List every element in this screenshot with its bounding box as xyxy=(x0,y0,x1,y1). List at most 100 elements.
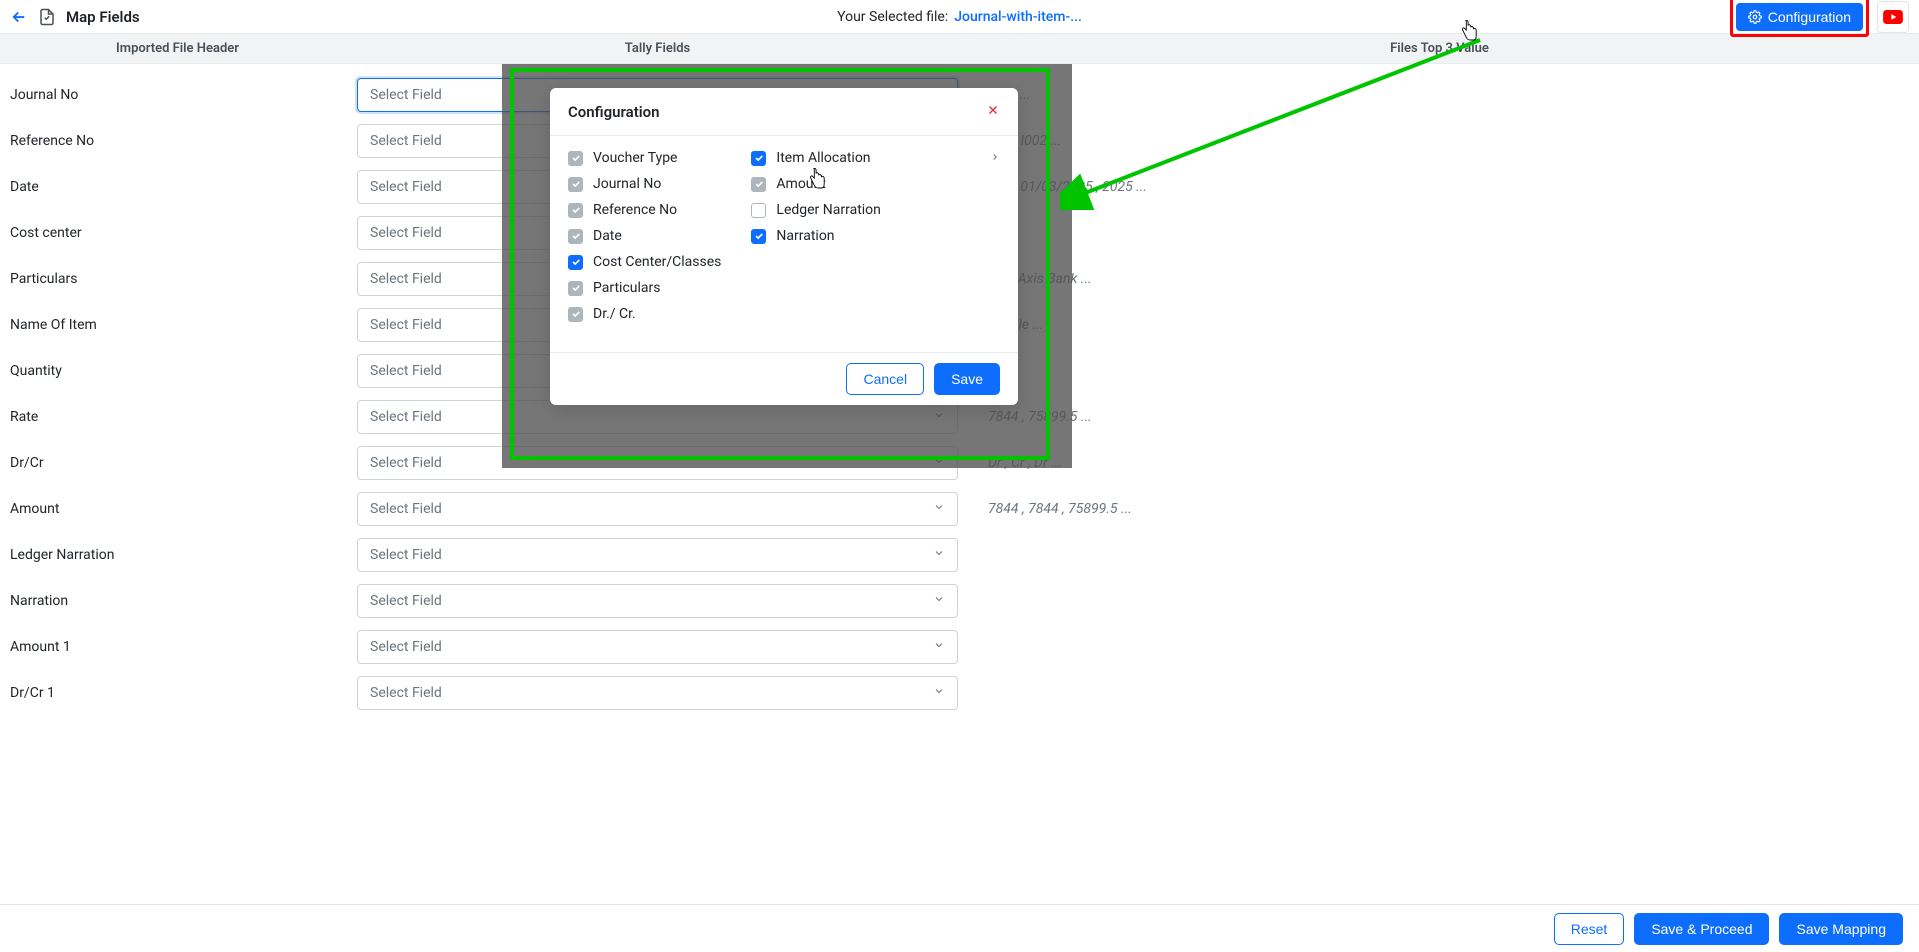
sample-value: 001 , I002 ... xyxy=(960,133,1919,149)
config-option-label: Reference No xyxy=(593,202,677,218)
save-proceed-button[interactable]: Save & Proceed xyxy=(1634,913,1769,945)
modal-title: Configuration xyxy=(568,103,660,121)
config-button-label: Configuration xyxy=(1768,9,1851,25)
checkbox-icon[interactable] xyxy=(568,255,583,270)
field-label: Ledger Narration xyxy=(0,547,355,563)
checkbox-icon[interactable] xyxy=(568,307,583,322)
chevron-down-icon xyxy=(933,593,945,609)
save-mapping-button[interactable]: Save Mapping xyxy=(1779,913,1903,945)
config-option[interactable]: Ledger Narration xyxy=(751,202,1000,218)
select-placeholder: Select Field xyxy=(370,225,442,241)
file-icon xyxy=(38,8,56,26)
config-option[interactable]: Particulars xyxy=(568,280,721,296)
configuration-button[interactable]: Configuration xyxy=(1736,3,1863,31)
select-placeholder: Select Field xyxy=(370,455,442,471)
chevron-down-icon xyxy=(933,639,945,655)
sample-value: Dr , Cr , Dr ... xyxy=(960,455,1919,471)
checkbox-icon[interactable] xyxy=(568,151,583,166)
sample-value: 7844 , 75899.5 ... xyxy=(960,409,1919,425)
config-option[interactable]: Item Allocation xyxy=(751,150,1000,166)
field-label: Quantity xyxy=(0,363,355,379)
select-field-dropdown[interactable]: Select Field xyxy=(357,584,958,618)
config-option[interactable]: Cost Center/Classes xyxy=(568,254,721,270)
cancel-button[interactable]: Cancel xyxy=(846,363,924,395)
reset-button[interactable]: Reset xyxy=(1554,913,1625,945)
close-icon[interactable] xyxy=(986,102,1000,121)
chevron-down-icon xyxy=(933,685,945,701)
config-option-label: Journal No xyxy=(593,176,661,192)
youtube-button[interactable] xyxy=(1877,1,1909,33)
field-row: Amount 1 Select Field xyxy=(0,624,1919,670)
select-placeholder: Select Field xyxy=(370,271,442,287)
selected-file-label: Your Selected file: xyxy=(837,9,948,25)
col-header-2: Tally Fields xyxy=(355,41,960,56)
field-row: Ledger Narration Select Field xyxy=(0,532,1919,578)
field-label: Dr/Cr 1 xyxy=(0,685,355,701)
config-option-label: Item Allocation xyxy=(776,150,870,166)
select-placeholder: Select Field xyxy=(370,133,442,149)
config-option[interactable]: Narration xyxy=(751,228,1000,244)
config-option[interactable]: Voucher Type xyxy=(568,150,721,166)
select-placeholder: Select Field xyxy=(370,363,442,379)
footer-bar: Reset Save & Proceed Save Mapping xyxy=(0,904,1919,952)
select-field-dropdown[interactable]: Select Field xyxy=(357,676,958,710)
config-option-label: Amount xyxy=(776,176,825,192)
select-placeholder: Select Field xyxy=(370,685,442,701)
chevron-right-icon xyxy=(930,150,1000,166)
select-placeholder: Select Field xyxy=(370,639,442,655)
checkbox-icon[interactable] xyxy=(568,229,583,244)
chevron-down-icon xyxy=(933,501,945,517)
config-option-label: Ledger Narration xyxy=(776,202,881,218)
config-option[interactable]: Dr./ Cr. xyxy=(568,306,721,322)
field-label: Reference No xyxy=(0,133,355,149)
field-label: Dr/Cr xyxy=(0,455,355,471)
config-option-label: Dr./ Cr. xyxy=(593,306,636,322)
select-placeholder: Select Field xyxy=(370,179,442,195)
select-field-dropdown[interactable]: Select Field xyxy=(357,492,958,526)
sample-value: 025 , 01/03/2025 , 2025 ... xyxy=(960,179,1919,195)
checkbox-icon[interactable] xyxy=(568,203,583,218)
config-option[interactable]: Journal No xyxy=(568,176,721,192)
sample-value: Mobile ... xyxy=(960,317,1919,333)
config-option-label: Voucher Type xyxy=(593,150,677,166)
checkbox-icon[interactable] xyxy=(751,151,766,166)
chevron-down-icon xyxy=(933,547,945,563)
field-row: Dr/Cr 1 Select Field xyxy=(0,670,1919,716)
back-arrow-icon[interactable] xyxy=(10,8,28,26)
select-placeholder: Select Field xyxy=(370,409,442,425)
field-label: Cost center xyxy=(0,225,355,241)
config-option[interactable]: Date xyxy=(568,228,721,244)
field-row: AmountSelect Field7844 , 7844 , 75899.5 … xyxy=(0,486,1919,532)
config-option-label: Date xyxy=(593,228,622,244)
checkbox-icon[interactable] xyxy=(568,281,583,296)
config-right-column: Item Allocation Amount Ledger Narration Nar… xyxy=(751,150,1000,322)
select-field-dropdown[interactable]: Select Field xyxy=(357,630,958,664)
config-option-label: Narration xyxy=(776,228,834,244)
col-header-3: Files Top 3 Value xyxy=(960,41,1919,56)
config-option-label: Cost Center/Classes xyxy=(593,254,721,270)
config-button-highlight: Configuration xyxy=(1730,0,1869,37)
gear-icon xyxy=(1748,10,1762,24)
config-option[interactable]: Amount xyxy=(751,176,1000,192)
config-left-column: Voucher Type Journal No Reference No Date Co… xyxy=(568,150,721,322)
checkbox-icon[interactable] xyxy=(751,229,766,244)
checkbox-icon[interactable] xyxy=(568,177,583,192)
field-label: Journal No xyxy=(0,87,355,103)
sample-value: SBI , Axis Bank ... xyxy=(960,271,1919,287)
checkbox-icon[interactable] xyxy=(751,203,766,218)
save-button[interactable]: Save xyxy=(934,363,1000,395)
field-label: Amount 1 xyxy=(0,639,355,655)
config-option[interactable]: Reference No xyxy=(568,202,721,218)
col-header-1: Imported File Header xyxy=(0,41,355,56)
page-title: Map Fields xyxy=(66,8,140,26)
youtube-icon xyxy=(1883,10,1903,24)
select-placeholder: Select Field xyxy=(370,87,442,103)
select-placeholder: Select Field xyxy=(370,593,442,609)
checkbox-icon[interactable] xyxy=(751,177,766,192)
selected-file-name[interactable]: Journal-with-item-... xyxy=(954,9,1082,25)
sample-value: , 10 | ... xyxy=(960,87,1919,103)
field-label: Name Of Item xyxy=(0,317,355,333)
select-field-dropdown[interactable]: Select Field xyxy=(357,538,958,572)
field-row: NarrationSelect Field xyxy=(0,578,1919,624)
select-placeholder: Select Field xyxy=(370,547,442,563)
